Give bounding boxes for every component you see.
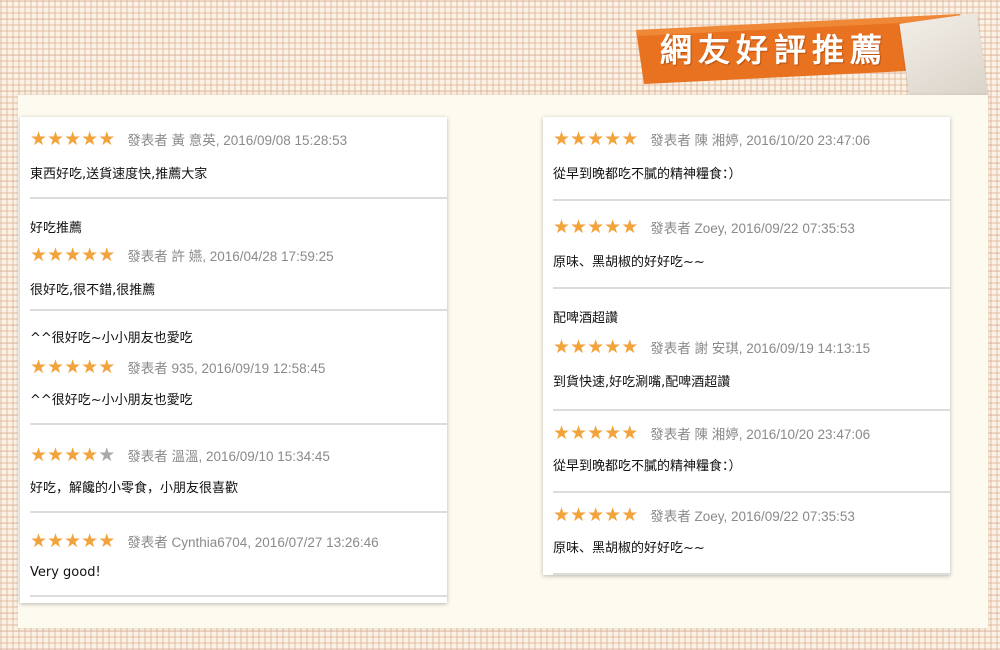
review-author: 發表者 許 嬿, 2016/04/28 17:59:25 (127, 249, 334, 264)
review-text: 原味、黑胡椒的好好吃~~ (553, 541, 705, 556)
review-text: 從早到晚都吃不膩的精神糧食：） (553, 167, 742, 182)
star-icon: ★ (570, 215, 588, 238)
reviews-card-right: ★★★★★ 發表者 陳 湘婷, 2016/10/20 23:47:06 從早到晚… (543, 117, 950, 575)
reviews-card-left: ★★★★★ 發表者 黃 意英, 2016/09/08 15:28:53 東西好吃… (20, 117, 447, 603)
star-icon: ★ (587, 421, 605, 444)
star-icon: ★ (47, 443, 65, 466)
review-item: ★★★★★ 發表者 溫溫, 2016/09/10 15:34:45 好吃，解饞的… (30, 425, 447, 513)
star-icon: ★ (604, 421, 622, 444)
star-icon: ★ (553, 335, 571, 358)
star-icon: ★ (621, 503, 639, 526)
star-icon: ★ (81, 243, 99, 266)
star-icon: ★ (553, 127, 571, 150)
review-text: 原味、黑胡椒的好好吃~~ (553, 255, 705, 270)
star-icon: ★ (30, 127, 48, 150)
rating-stars: ★★★★★ (30, 127, 116, 150)
review-item: ★★★★★ 發表者 陳 湘婷, 2016/10/20 23:47:06 從早到晚… (553, 411, 950, 493)
review-text: Very good! (30, 565, 101, 580)
star-icon: ★ (64, 127, 82, 150)
star-empty-icon: ★ (98, 443, 116, 466)
review-item: ★★★★★ 發表者 陳 湘婷, 2016/10/20 23:47:06 從早到晚… (553, 117, 950, 201)
review-item: ★★★★★ 發表者 Cynthia6704, 2016/07/27 13:26:… (30, 513, 447, 597)
review-text: 很好吃,很不錯,很推薦 (30, 283, 156, 298)
star-icon: ★ (30, 243, 48, 266)
star-icon: ★ (64, 529, 82, 552)
star-icon: ★ (30, 443, 48, 466)
star-icon: ★ (570, 335, 588, 358)
star-icon: ★ (553, 215, 571, 238)
review-author: 發表者 溫溫, 2016/09/10 15:34:45 (127, 449, 330, 464)
star-icon: ★ (604, 335, 622, 358)
review-title: 配啤酒超讚 (553, 311, 619, 326)
banner-title: 網友好評推薦 (660, 31, 889, 69)
rating-stars: ★★★★★ (30, 355, 116, 378)
review-item: ★★★★★ 發表者 黃 意英, 2016/09/08 15:28:53 東西好吃… (30, 117, 447, 199)
star-icon: ★ (81, 443, 99, 466)
review-item: ★★★★★ 發表者 Zoey, 2016/09/22 07:35:53 原味、黑… (553, 201, 950, 289)
star-icon: ★ (570, 421, 588, 444)
review-author: 發表者 陳 湘婷, 2016/10/20 23:47:06 (650, 427, 871, 442)
star-icon: ★ (64, 355, 82, 378)
star-icon: ★ (47, 243, 65, 266)
review-text: ^^很好吃~小小朋友也愛吃 (30, 393, 193, 408)
star-icon: ★ (587, 127, 605, 150)
review-item: ^^很好吃~小小朋友也愛吃 ★★★★★ 發表者 935, 2016/09/19 … (30, 311, 447, 425)
star-icon: ★ (604, 503, 622, 526)
review-author: 發表者 935, 2016/09/19 12:58:45 (127, 361, 326, 376)
rating-stars: ★★★★★ (553, 503, 639, 526)
star-icon: ★ (621, 215, 639, 238)
review-author: 發表者 Zoey, 2016/09/22 07:35:53 (650, 221, 855, 236)
star-icon: ★ (47, 355, 65, 378)
star-icon: ★ (98, 127, 116, 150)
review-item: 好吃推薦 ★★★★★ 發表者 許 嬿, 2016/04/28 17:59:25 … (30, 199, 447, 311)
star-icon: ★ (30, 529, 48, 552)
rating-stars: ★★★★★ (553, 335, 639, 358)
star-icon: ★ (604, 215, 622, 238)
review-author: 發表者 Cynthia6704, 2016/07/27 13:26:46 (127, 535, 379, 550)
rating-stars: ★★★★★ (30, 443, 116, 466)
star-icon: ★ (621, 335, 639, 358)
review-author: 發表者 黃 意英, 2016/09/08 15:28:53 (127, 133, 348, 148)
star-icon: ★ (98, 355, 116, 378)
reviews-panel: ★★★★★ 發表者 黃 意英, 2016/09/08 15:28:53 東西好吃… (18, 95, 988, 628)
star-icon: ★ (553, 421, 571, 444)
star-icon: ★ (570, 127, 588, 150)
star-icon: ★ (570, 503, 588, 526)
star-icon: ★ (98, 529, 116, 552)
star-icon: ★ (81, 127, 99, 150)
star-icon: ★ (621, 127, 639, 150)
review-author: 發表者 謝 安琪, 2016/09/19 14:13:15 (650, 341, 871, 356)
star-icon: ★ (64, 243, 82, 266)
star-icon: ★ (81, 355, 99, 378)
review-title: 好吃推薦 (30, 221, 83, 236)
review-text: 從早到晚都吃不膩的精神糧食：） (553, 459, 742, 474)
star-icon: ★ (47, 529, 65, 552)
rating-stars: ★★★★★ (30, 243, 116, 266)
star-icon: ★ (604, 127, 622, 150)
star-icon: ★ (64, 443, 82, 466)
star-icon: ★ (98, 243, 116, 266)
star-icon: ★ (587, 335, 605, 358)
review-author: 發表者 陳 湘婷, 2016/10/20 23:47:06 (650, 133, 871, 148)
rating-stars: ★★★★★ (30, 529, 116, 552)
review-title: ^^很好吃~小小朋友也愛吃 (30, 331, 193, 346)
star-icon: ★ (553, 503, 571, 526)
star-icon: ★ (81, 529, 99, 552)
review-text: 好吃，解饞的小零食，小朋友很喜歡 (30, 481, 239, 496)
star-icon: ★ (47, 127, 65, 150)
star-icon: ★ (621, 421, 639, 444)
rating-stars: ★★★★★ (553, 127, 639, 150)
review-item: 配啤酒超讚 ★★★★★ 發表者 謝 安琪, 2016/09/19 14:13:1… (553, 289, 950, 411)
review-author: 發表者 Zoey, 2016/09/22 07:35:53 (650, 509, 855, 524)
review-text: 到貨快速,好吃涮嘴,配啤酒超讚 (553, 375, 731, 390)
star-icon: ★ (587, 215, 605, 238)
review-item: ★★★★★ 發表者 Zoey, 2016/09/22 07:35:53 原味、黑… (553, 493, 950, 575)
star-icon: ★ (587, 503, 605, 526)
review-text: 東西好吃,送貨速度快,推薦大家 (30, 167, 208, 182)
rating-stars: ★★★★★ (553, 421, 639, 444)
star-icon: ★ (30, 355, 48, 378)
rating-stars: ★★★★★ (553, 215, 639, 238)
